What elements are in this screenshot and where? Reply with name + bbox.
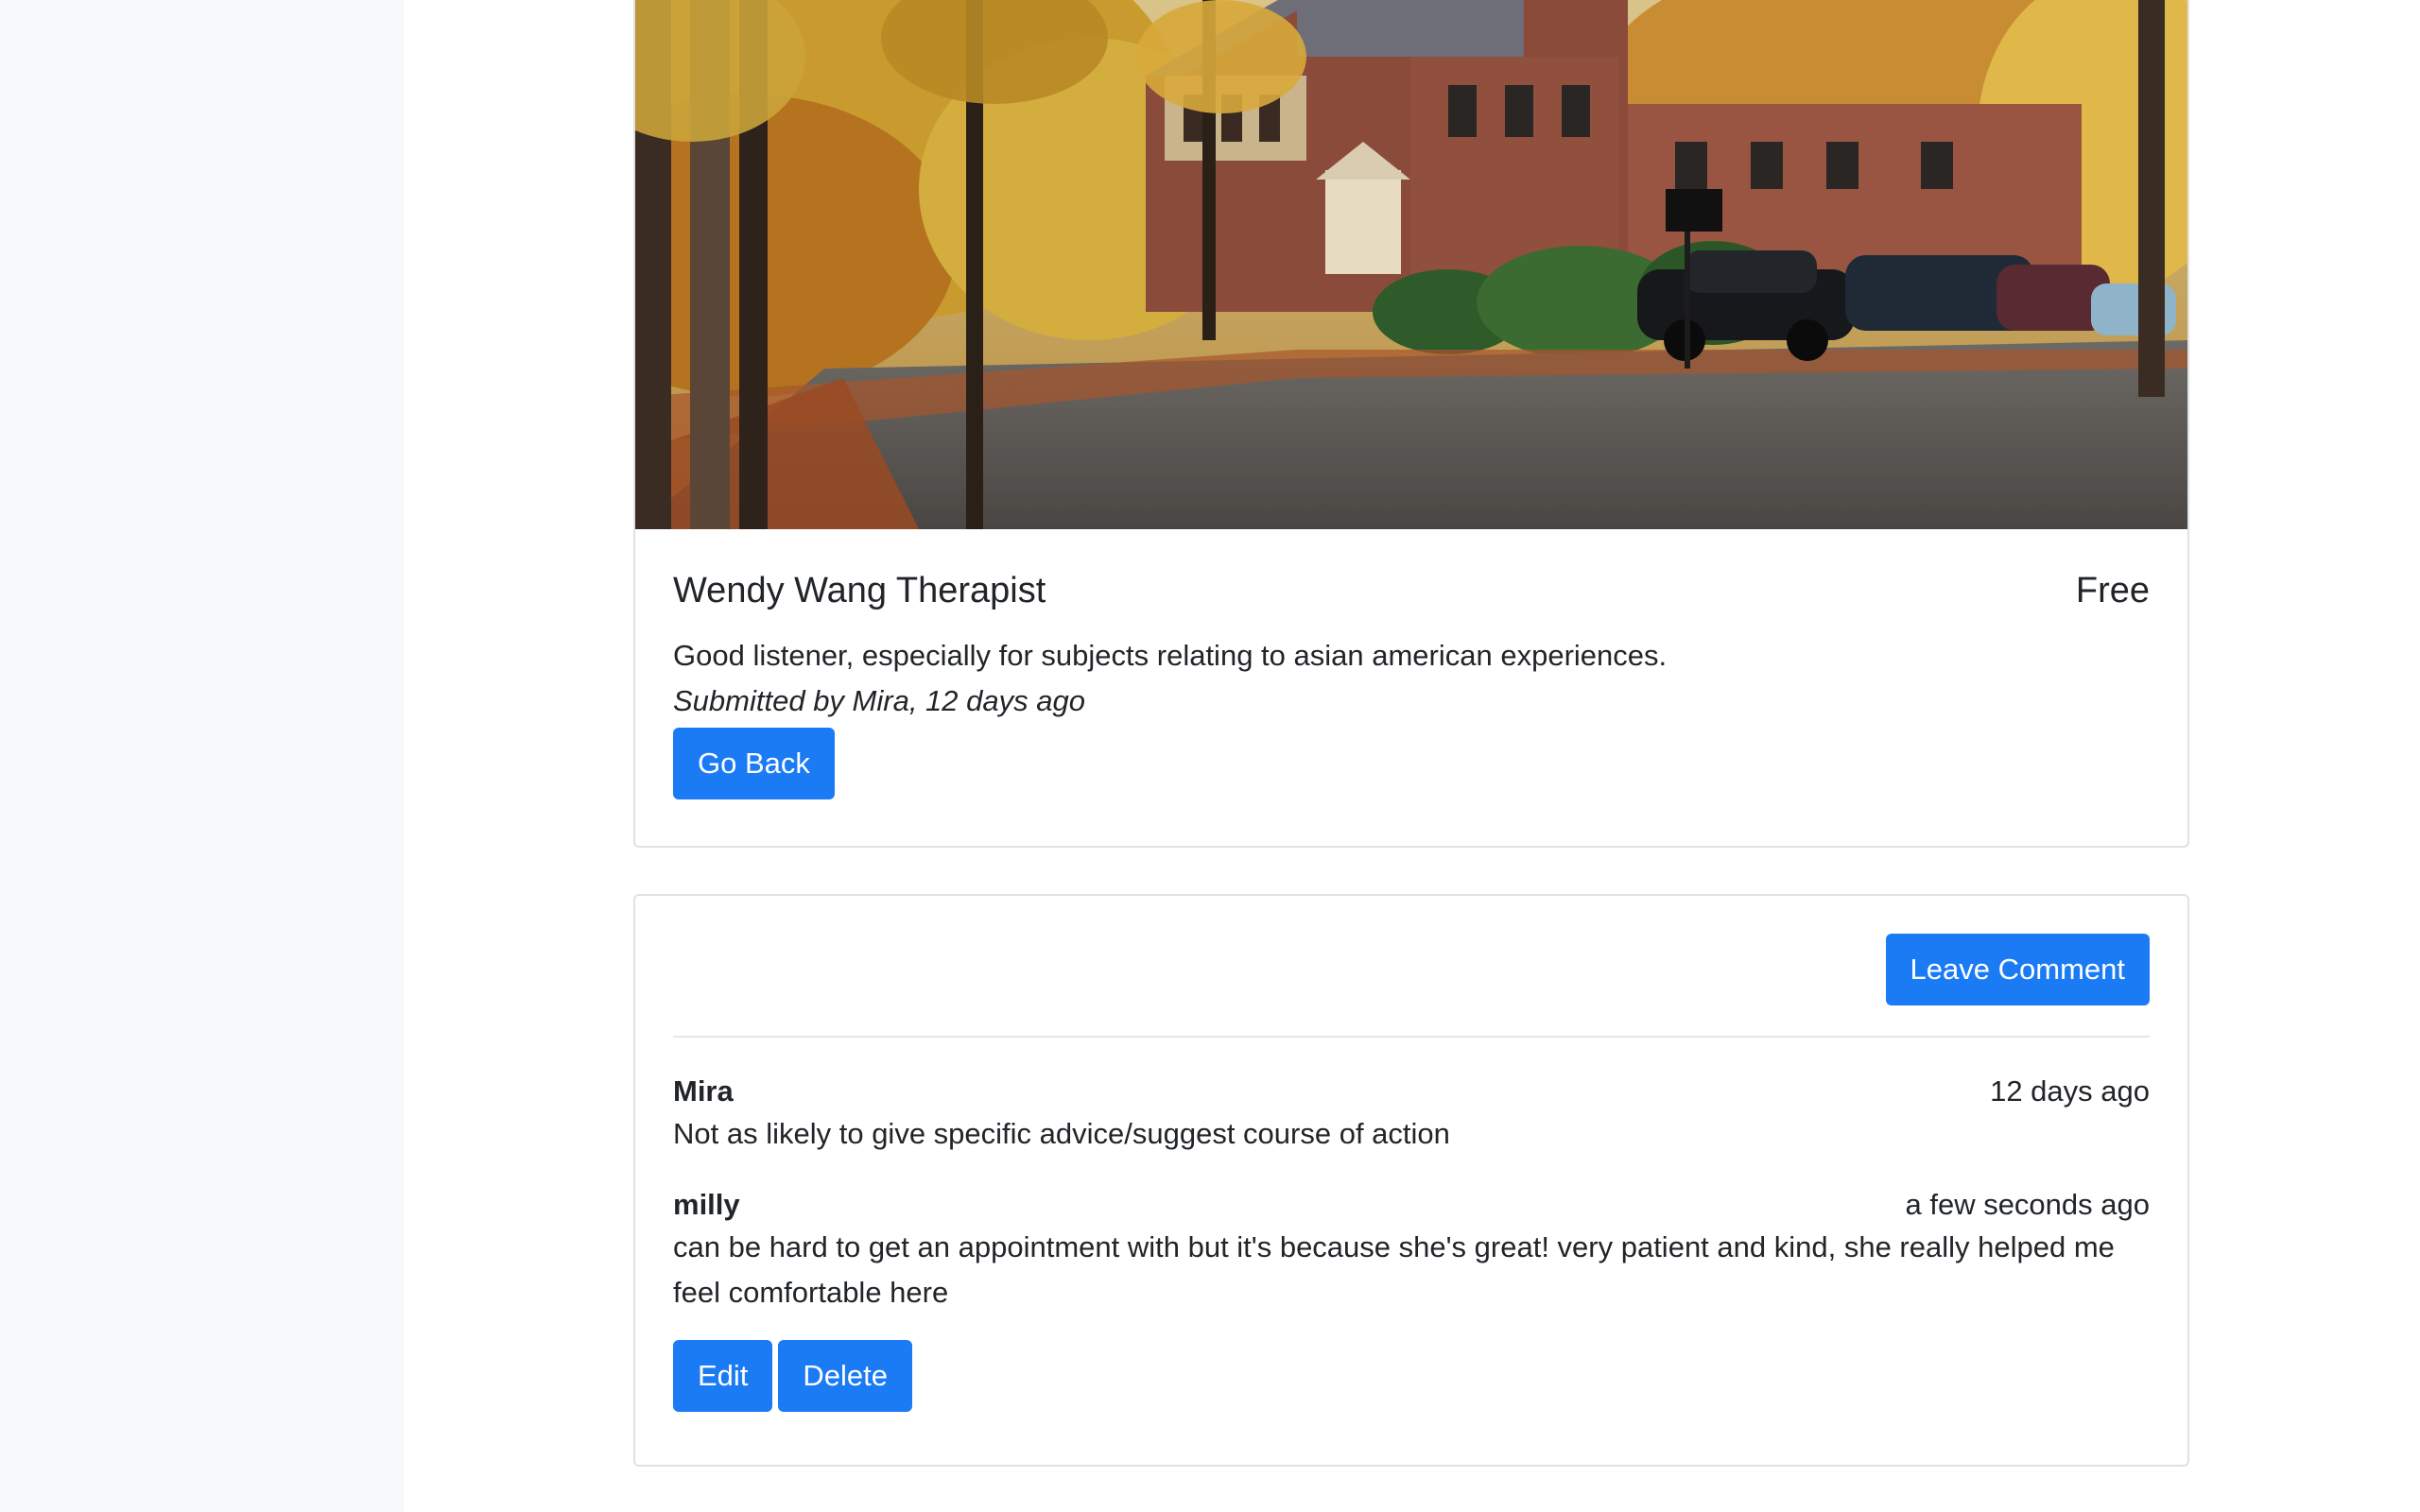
left-panel — [0, 0, 404, 1512]
delete-comment-button[interactable]: Delete — [778, 1340, 913, 1412]
comment-text: can be hard to get an appointment with b… — [673, 1230, 2115, 1309]
comment-text: Not as likely to give specific advice/su… — [673, 1117, 1450, 1150]
comments-header: Leave Comment — [673, 934, 2150, 1005]
comment-header: milly a few seconds ago — [673, 1185, 2150, 1225]
leave-comment-button[interactable]: Leave Comment — [1885, 934, 2150, 1005]
listing-body: Wendy Wang Therapist Free Good listener,… — [673, 567, 2150, 799]
comment-item: Mira 12 days ago Not as likely to give s… — [673, 1072, 2150, 1157]
comment-item: milly a few seconds ago can be hard to g… — [673, 1185, 2150, 1412]
listing-photo — [635, 0, 2187, 529]
comments-card: Leave Comment Mira 12 days ago Not as li… — [633, 894, 2189, 1467]
comments-divider — [673, 1036, 2150, 1038]
comment-author: Mira — [673, 1074, 734, 1108]
listing-name: Wendy Wang Therapist — [673, 570, 1046, 610]
comment-actions: Edit Delete — [673, 1340, 2150, 1412]
go-back-button[interactable]: Go Back — [673, 728, 835, 799]
listing-title-row: Wendy Wang Therapist Free — [673, 567, 2150, 614]
edit-comment-button[interactable]: Edit — [673, 1340, 773, 1412]
comment-author: milly — [673, 1188, 740, 1221]
listing-price: Free — [2075, 570, 2150, 610]
comment-header: Mira 12 days ago — [673, 1072, 2150, 1111]
comment-timestamp: a few seconds ago — [1905, 1188, 2150, 1221]
listing-submitted-by: Submitted by Mira, 12 days ago — [673, 684, 1085, 717]
listing-card: Wendy Wang Therapist Free Good listener,… — [633, 0, 2189, 848]
listing-description: Good listener, especially for subjects r… — [673, 639, 1668, 672]
comments-body: Leave Comment Mira 12 days ago Not as li… — [673, 934, 2150, 1412]
comment-timestamp: 12 days ago — [1990, 1074, 2150, 1108]
